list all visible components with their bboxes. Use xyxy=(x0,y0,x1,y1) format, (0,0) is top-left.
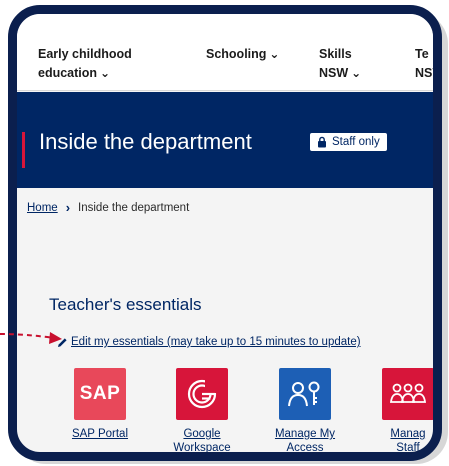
nav-item-schooling[interactable]: Schooling ⌄ xyxy=(206,45,279,64)
tile-label-line1: SAP Portal xyxy=(71,428,129,440)
tile-label-line2: Access xyxy=(286,442,324,454)
tile-label: Google Workspace xyxy=(156,427,248,454)
banner-accent-bar xyxy=(22,132,25,168)
nav-label-line1: Schooling xyxy=(206,47,267,61)
google-workspace-icon xyxy=(176,368,228,420)
person-key-glyph xyxy=(288,381,320,407)
tile-label-line1: Manage My xyxy=(274,428,336,440)
nav-label-line2: education xyxy=(38,66,98,80)
nav-label-line1: Te xyxy=(415,47,429,61)
tile-sap-portal[interactable]: SAP SAP Portal xyxy=(54,368,146,441)
nav-label-line2: NSW xyxy=(319,66,349,80)
nav-label-line1: Early childhood xyxy=(38,47,132,61)
tile-manage-staff[interactable]: Manag Staff xyxy=(362,368,433,454)
tile-label: SAP Portal xyxy=(54,427,146,441)
badge-label: Staff only xyxy=(332,136,380,148)
tile-label: Manage My Access xyxy=(259,427,351,454)
edit-essentials-link[interactable]: Edit my essentials (may take up to 15 mi… xyxy=(57,336,361,348)
chevron-down-icon: ⌄ xyxy=(269,47,280,61)
google-g-glyph xyxy=(187,379,219,409)
tile-label: Manag Staff xyxy=(362,427,433,454)
chevron-right-icon: › xyxy=(65,200,71,215)
nav-item-early-childhood[interactable]: Early childhood education ⌄ xyxy=(38,45,132,83)
page-title: Inside the department xyxy=(39,129,252,154)
page-banner: Inside the department Staff only xyxy=(17,92,433,188)
staff-only-badge: Staff only xyxy=(310,133,387,151)
top-navigation: Early childhood education ⌄ Schooling ⌄ Sk… xyxy=(17,14,433,91)
chevron-down-icon: ⌄ xyxy=(100,66,111,80)
tile-manage-my-access[interactable]: Manage My Access xyxy=(259,368,351,454)
sap-icon-text: SAP xyxy=(79,383,121,404)
tile-label-line1: Google xyxy=(183,428,221,440)
sap-icon: SAP xyxy=(74,368,126,420)
breadcrumb: Home › Inside the department xyxy=(27,200,189,215)
nav-label-line2: NSV xyxy=(415,66,441,80)
tile-google-workspace[interactable]: Google Workspace xyxy=(156,368,248,454)
tile-label-line2: Workspace xyxy=(173,442,231,454)
annotation-arrow-icon xyxy=(0,332,62,344)
edit-essentials-label: Edit my essentials (may take up to 15 mi… xyxy=(71,336,361,348)
nav-item-partial[interactable]: Te NSV xyxy=(415,45,441,83)
tile-label-line2: Staff xyxy=(396,442,420,454)
tile-label-line1: Manag xyxy=(390,428,426,440)
manage-staff-icon xyxy=(382,368,433,420)
lock-icon xyxy=(318,136,326,148)
screenshot-frame: Early childhood education ⌄ Schooling ⌄ Sk… xyxy=(8,5,442,461)
nav-item-skills-nsw[interactable]: Skills NSW ⌄ xyxy=(319,45,361,83)
manage-access-icon xyxy=(279,368,331,420)
chevron-down-icon: ⌄ xyxy=(351,66,362,80)
people-group-glyph xyxy=(389,383,427,403)
breadcrumb-current: Inside the department xyxy=(78,201,190,214)
section-title: Teacher's essentials xyxy=(49,295,202,314)
breadcrumb-home-link[interactable]: Home xyxy=(27,202,58,214)
nav-label-line1: Skills xyxy=(319,47,352,61)
